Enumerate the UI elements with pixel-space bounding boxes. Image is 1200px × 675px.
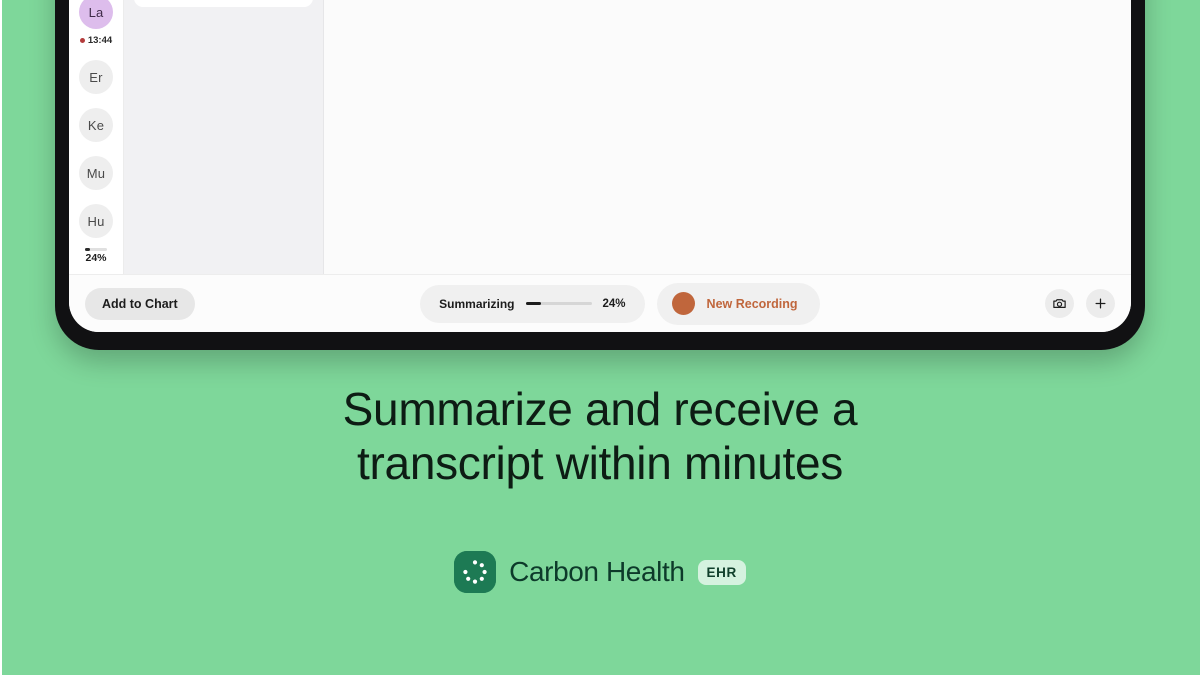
rail-progress: 24% (85, 248, 107, 264)
summarizing-percent: 24% (602, 297, 626, 310)
avatar-initials: Ke (87, 117, 105, 133)
summarizing-label: Summarizing (439, 296, 515, 311)
rail-avatar-list: Ab La 13:44 Er Ke (79, 0, 113, 266)
page-title: Summarize and receive a transcript withi… (0, 382, 1200, 490)
avatar-initials: Er (89, 69, 103, 85)
chart-details-column[interactable]: Sulfa 8/15/22 Conditions (3) (124, 0, 324, 274)
avatar-mu[interactable]: Mu (79, 156, 113, 190)
avatar-hu[interactable]: Hu (79, 204, 113, 238)
camera-button[interactable] (1045, 289, 1075, 318)
condition-card-type2-diabetes[interactable]: Type 2 diabetes mellitus Without complic… (134, 0, 313, 8)
tablet-device-frame: Ab La 13:44 Er Ke (55, 0, 1145, 350)
new-recording-button[interactable]: New Recording (656, 282, 820, 325)
bottom-toolbar: Add to Chart Summarizing 24% New Recordi… (69, 274, 1131, 332)
avatar-er[interactable]: Er (79, 60, 113, 94)
new-recording-label: New Recording (706, 296, 798, 311)
app-body: Ab La 13:44 Er Ke (69, 0, 1131, 274)
recording-timer: 13:44 (79, 35, 113, 46)
avatar-initials: La (88, 4, 104, 20)
recording-timer-value: 13:44 (87, 35, 113, 46)
brand-lockup: Carbon Health EHR (0, 551, 1200, 593)
rail-progress-bar (85, 248, 107, 251)
recording-dot-icon (79, 38, 85, 43)
plus-icon (1095, 298, 1106, 309)
add-to-chart-button[interactable]: Add to Chart (85, 287, 195, 320)
rail-progress-percent: 24% (85, 252, 107, 264)
encounter-sections-column[interactable]: Charge Navigator 5/4/22 11:23 AM (324, 0, 1131, 274)
carbon-health-dots-logo (454, 551, 497, 593)
headline-line-1: Summarize and receive a (342, 383, 858, 435)
avatar-la[interactable]: La (79, 0, 113, 29)
summarizing-status: Summarizing 24% (420, 284, 645, 323)
tablet-screen: Ab La 13:44 Er Ke (69, 0, 1131, 332)
avatar-initials: Mu (86, 165, 106, 181)
record-dot-icon (671, 292, 695, 315)
add-button[interactable] (1086, 289, 1116, 318)
brand-name: Carbon Health (509, 556, 685, 587)
headline-line-2: transcript within minutes (357, 437, 843, 489)
avatar-ke[interactable]: Ke (79, 108, 113, 142)
summarizing-progress-bar (525, 302, 592, 305)
camera-icon (1053, 299, 1066, 308)
avatar-initials: Hu (87, 213, 105, 229)
left-avatar-rail: Ab La 13:44 Er Ke (69, 0, 124, 274)
promo-slide: Ab La 13:44 Er Ke (0, 0, 1200, 675)
brand-badge-ehr: EHR (697, 559, 746, 585)
